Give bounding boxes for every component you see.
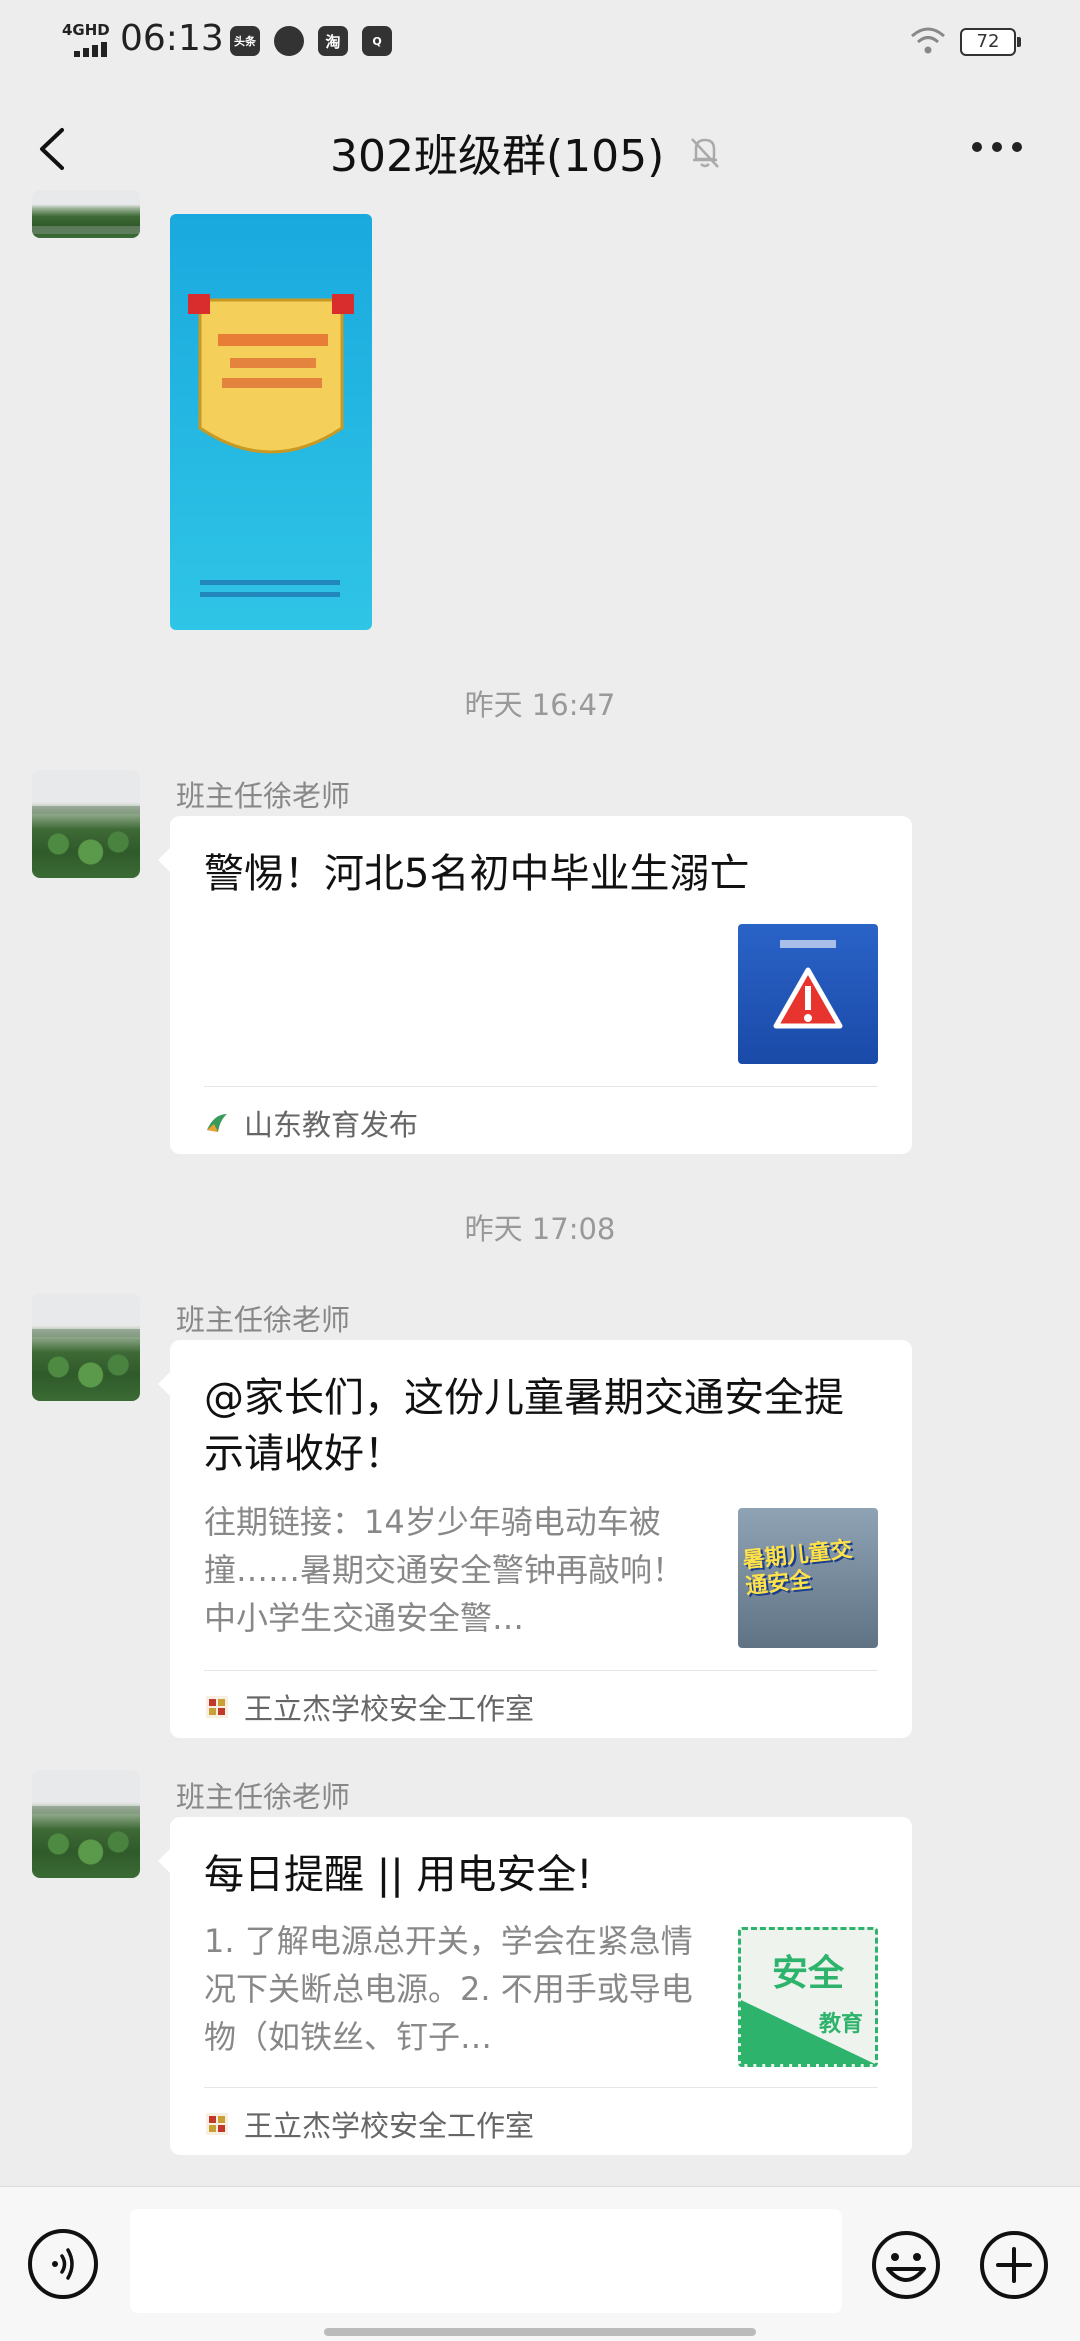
article-card[interactable]: @家长们，这份儿童暑期交通安全提示请收好！ 往期链接：14岁少年骑电动车被撞……… <box>158 1340 912 1738</box>
source-name: 山东教育发布 <box>244 1108 419 1142</box>
thumbnail-caption: 安全 <box>771 1953 844 1994</box>
source-logo-icon <box>206 2113 228 2135</box>
status-bar: 4GHD 06:13 头条 淘 Q 72 <box>0 0 1080 84</box>
divider <box>204 1670 878 1671</box>
article-source: 王立杰学校安全工作室 <box>204 1686 534 1728</box>
network-type: 4GHD <box>62 21 110 39</box>
timestamp: 昨天 17:08 <box>464 1212 616 1246</box>
home-indicator[interactable] <box>324 2328 756 2336</box>
emoji-icon[interactable] <box>870 2229 942 2301</box>
chat-title: 302班级群(105) <box>330 131 665 182</box>
article-thumbnail: 暑期儿童交通安全 <box>738 1508 878 1648</box>
voice-input-icon[interactable] <box>28 2229 98 2299</box>
sender-name: 班主任徐老师 <box>176 1780 351 1814</box>
browser-icon: Q <box>362 26 392 56</box>
source-name: 王立杰学校安全工作室 <box>244 1692 535 1726</box>
add-more-icon[interactable] <box>978 2229 1050 2301</box>
avatar[interactable] <box>32 770 140 878</box>
image-message[interactable] <box>170 214 372 630</box>
source-logo-icon <box>206 1696 228 1718</box>
thumbnail-caption-2: 教育 <box>818 2012 863 2037</box>
chat-title-group: 302班级群(105) <box>330 120 724 184</box>
taobao-icon: 淘 <box>318 26 348 56</box>
warning-icon <box>773 940 843 1029</box>
chat-bubble-icon <box>274 26 304 56</box>
article-card[interactable]: 警惕！河北5名初中毕业生溺亡 山东教育发布 <box>158 816 912 1154</box>
article-title: @家长们，这份儿童暑期交通安全提示请收好！ <box>204 1375 844 1477</box>
article-title: 每日提醒 || 用电安全! <box>204 1852 593 1898</box>
battery-icon: 72 <box>960 28 1021 56</box>
avatar[interactable] <box>32 1293 140 1401</box>
signal-icon <box>74 42 107 57</box>
back-arrow-icon[interactable] <box>30 124 80 174</box>
divider <box>204 1086 878 1087</box>
article-thumbnail: 安全 教育 <box>738 1927 878 2067</box>
more-options-icon[interactable] <box>972 142 1022 152</box>
source-logo-icon <box>207 1114 227 1132</box>
timestamp: 昨天 16:47 <box>464 688 616 722</box>
avatar[interactable] <box>32 190 140 238</box>
article-description: 1. 了解电源总开关，学会在紧急情况下关断总电源。2. 不用手或导电物（如铁丝、… <box>204 1922 693 2056</box>
article-card[interactable]: 每日提醒 || 用电安全! 1. 了解电源总开关，学会在紧急情况下关断总电源。2… <box>158 1817 912 2155</box>
source-name: 王立杰学校安全工作室 <box>244 2109 535 2143</box>
sender-name: 班主任徐老师 <box>176 779 351 813</box>
avatar[interactable] <box>32 1770 140 1878</box>
voice-waves <box>52 2248 74 2280</box>
thumbnail-caption: 暑期儿童交通安全 <box>741 1537 854 1600</box>
article-source: 山东教育发布 <box>204 1102 418 1144</box>
chat-header: 302班级群(105) <box>0 84 1080 214</box>
toutiao-icon: 头条 <box>230 26 260 56</box>
mute-bell-icon <box>691 138 720 168</box>
wifi-icon <box>911 27 945 54</box>
article-thumbnail <box>738 924 878 1064</box>
article-description: 往期链接：14岁少年骑电动车被撞……暑期交通安全警钟再敲响！中小学生交通安全警… <box>204 1503 685 1637</box>
input-bar <box>0 2186 1080 2341</box>
article-source: 王立杰学校安全工作室 <box>204 2103 534 2145</box>
message-input[interactable] <box>130 2209 842 2313</box>
poster-image <box>188 294 354 597</box>
divider <box>204 2087 878 2088</box>
article-title: 警惕！河北5名初中毕业生溺亡 <box>204 851 750 897</box>
clock: 06:13 <box>120 18 224 59</box>
sender-name: 班主任徐老师 <box>176 1303 351 1337</box>
